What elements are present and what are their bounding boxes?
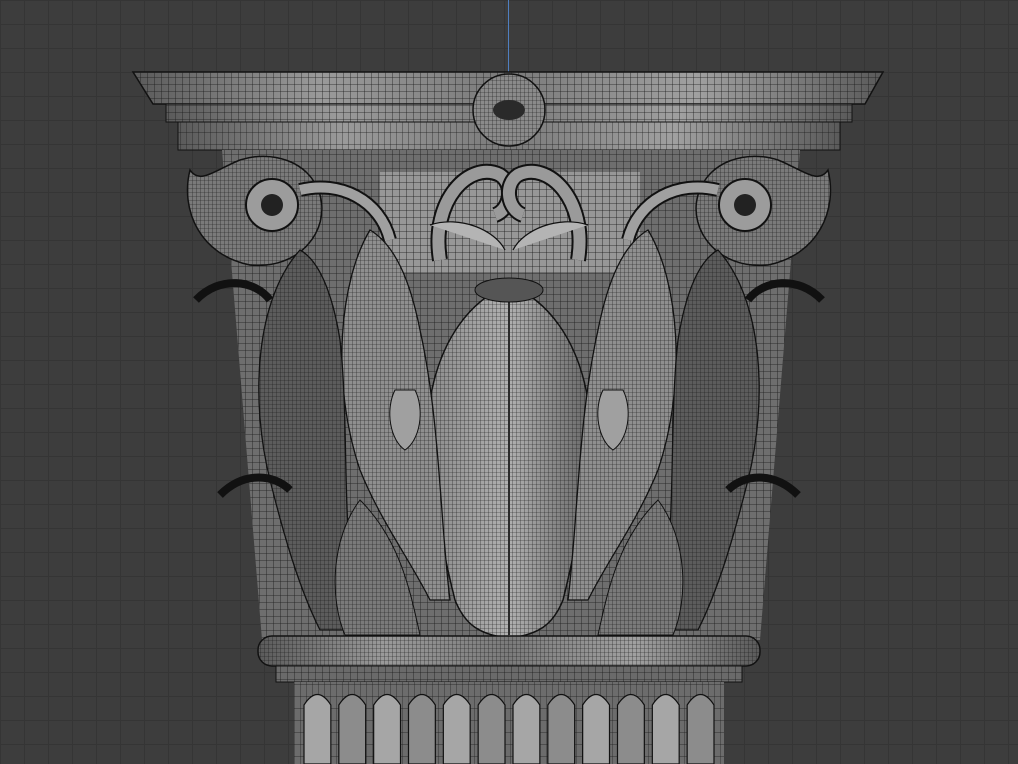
shaft-flute <box>338 693 367 764</box>
column-capital-mesh[interactable] <box>0 0 1018 764</box>
shaft-flute <box>477 693 506 764</box>
shaft-flute <box>686 693 715 764</box>
shaft-flute <box>442 693 471 764</box>
3d-viewport[interactable] <box>0 0 1018 764</box>
shaft-flute <box>373 693 402 764</box>
shaft-flute <box>616 693 645 764</box>
astragal-ring <box>257 635 761 683</box>
shaft-flute <box>547 693 576 764</box>
shaft-flute <box>651 693 680 764</box>
shaft-flute <box>407 693 436 764</box>
abacus[interactable] <box>131 71 885 151</box>
shaft-flute <box>582 693 611 764</box>
shaft-flute <box>303 693 332 764</box>
fluted-shaft <box>294 682 724 764</box>
shaft-flute <box>512 693 541 764</box>
